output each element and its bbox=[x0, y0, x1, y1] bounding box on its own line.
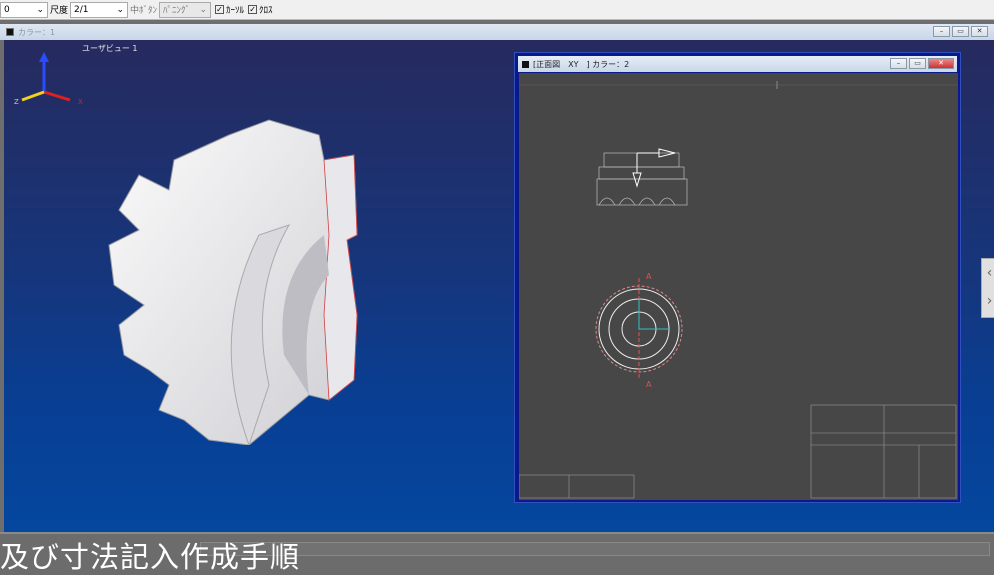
maximize-button[interactable]: ▭ bbox=[909, 58, 926, 69]
close-button[interactable]: ✕ bbox=[971, 26, 988, 37]
first-combo-value: 0 bbox=[4, 4, 10, 15]
toolbar: 0 ⌄ 尺度 2/1 ⌄ 中ﾎﾞﾀﾝ ﾊﾟﾆﾝｸﾞ ⌄ ✓ ｶｰｿﾙ ✓ ｸﾛｽ bbox=[0, 0, 994, 20]
drawing-window-title: [正面図 XY ] カラー：2 bbox=[533, 59, 630, 69]
cursor-checkbox[interactable]: ✓ ｶｰｿﾙ bbox=[215, 3, 244, 16]
drawing-window: [正面図 XY ] カラー：2 – ▭ ✕ A A bbox=[514, 52, 961, 503]
chevron-down-icon: ⌄ bbox=[36, 4, 44, 15]
view-arrows-icon bbox=[632, 148, 676, 188]
axis-triad-icon: X Z bbox=[14, 52, 83, 106]
axis-z-label: Z bbox=[14, 98, 19, 106]
minimize-button[interactable]: – bbox=[890, 58, 907, 69]
section-label-top: A bbox=[646, 272, 652, 281]
middle-button-label: 中ﾎﾞﾀﾝ bbox=[130, 6, 158, 16]
scale-combo[interactable]: 2/1 ⌄ bbox=[70, 1, 129, 18]
drawing-canvas[interactable]: A A bbox=[518, 73, 958, 500]
outer-window-title: カラー：1 bbox=[18, 27, 56, 37]
status-field[interactable] bbox=[200, 542, 990, 556]
3d-gear-model bbox=[108, 119, 358, 445]
title-block bbox=[518, 404, 957, 499]
top-view: A A bbox=[595, 272, 683, 389]
side-panel-toggle[interactable]: ‹ › bbox=[981, 258, 994, 318]
check-icon: ✓ bbox=[215, 5, 225, 14]
chevron-down-icon: ⌄ bbox=[199, 4, 208, 15]
close-button[interactable]: ✕ bbox=[928, 58, 954, 69]
middle-button-value: ﾊﾟﾆﾝｸﾞ bbox=[163, 6, 191, 16]
first-combo[interactable]: 0 ⌄ bbox=[0, 1, 48, 18]
drawing-window-titlebar: [正面図 XY ] カラー：2 – ▭ ✕ bbox=[518, 56, 957, 72]
middle-button-combo[interactable]: ﾊﾟﾆﾝｸﾞ ⌄ bbox=[159, 1, 212, 18]
outer-window-titlebar: カラー：1 – ▭ ✕ bbox=[0, 24, 994, 40]
scale-label: 尺度 bbox=[50, 6, 69, 16]
section-label-bottom: A bbox=[646, 380, 652, 389]
window-icon bbox=[6, 28, 14, 36]
drawing-sheet: A A bbox=[518, 81, 958, 499]
maximize-button[interactable]: ▭ bbox=[952, 26, 969, 37]
subtitle-caption: 及び寸法記入作成手順 bbox=[0, 540, 301, 574]
front-view bbox=[596, 152, 688, 206]
chevron-right-icon: › bbox=[986, 293, 993, 309]
cross-checkbox-label: ｸﾛｽ bbox=[259, 6, 273, 16]
axis-x-label: X bbox=[78, 98, 83, 106]
window-icon bbox=[522, 60, 529, 68]
cursor-checkbox-label: ｶｰｿﾙ bbox=[226, 6, 245, 16]
chevron-left-icon: ‹ bbox=[986, 265, 993, 281]
minimize-button[interactable]: – bbox=[933, 26, 950, 37]
scale-value: 2/1 bbox=[74, 4, 89, 15]
cross-checkbox[interactable]: ✓ ｸﾛｽ bbox=[248, 3, 273, 16]
chevron-down-icon: ⌄ bbox=[116, 4, 125, 15]
check-icon: ✓ bbox=[248, 5, 258, 14]
